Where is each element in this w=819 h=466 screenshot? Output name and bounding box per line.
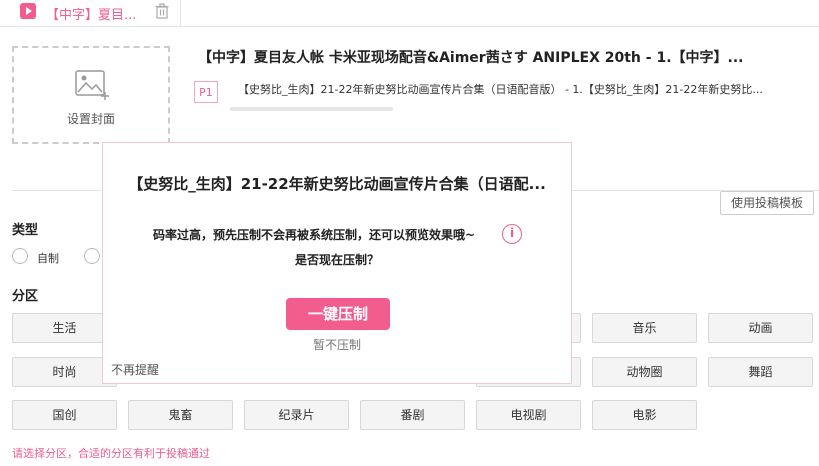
- video-title: 【中字】夏目友人帐 卡米亚现场配音&Aimer茜さす ANIPLEX 20th …: [198, 50, 744, 66]
- category-button[interactable]: 电影: [592, 400, 697, 430]
- category-button[interactable]: 纪录片: [244, 400, 349, 430]
- video-file-icon: [20, 3, 36, 19]
- tab-bar: 【中字】夏目...: [0, 0, 819, 27]
- category-button[interactable]: 鬼畜: [128, 400, 233, 430]
- category-button[interactable]: 音乐: [592, 313, 697, 343]
- trash-icon[interactable]: [154, 3, 170, 19]
- image-add-icon: [75, 70, 109, 100]
- upload-progress-bar: [230, 107, 393, 111]
- category-button[interactable]: 舞蹈: [708, 357, 813, 387]
- info-icon[interactable]: i: [502, 224, 522, 244]
- dialog-title: 【史努比_生肉】21-22年新史努比动画宣传片合集（日语配...: [128, 175, 546, 193]
- category-hint: 请选择分区，合适的分区有利于投稿通过: [12, 447, 210, 460]
- no-remind-link[interactable]: 不再提醒: [111, 361, 159, 378]
- type-option-label: 自制: [37, 252, 59, 265]
- cover-label: 设置封面: [66, 112, 115, 126]
- type-radio-self-made[interactable]: [12, 248, 28, 264]
- category-button[interactable]: 国创: [12, 400, 117, 430]
- category-button[interactable]: 动物圈: [592, 357, 697, 387]
- category-button[interactable]: 电视剧: [476, 400, 581, 430]
- cover-upload[interactable]: 设置封面: [12, 46, 170, 144]
- compress-dialog: 【史努比_生肉】21-22年新史努比动画宣传片合集（日语配... 码率过高，预先…: [102, 142, 572, 384]
- tab-title: 【中字】夏目...: [46, 8, 137, 23]
- upload-tab[interactable]: 【中字】夏目...: [0, 0, 181, 26]
- category-button[interactable]: 番剧: [360, 400, 465, 430]
- dialog-question: 是否现在压制？: [294, 253, 379, 267]
- part-title: 【史努比_生肉】21-22年新史努比动画宣传片合集（日语配音版） - 1.【史努…: [238, 83, 763, 96]
- type-radio-repost[interactable]: [84, 248, 100, 264]
- use-template-button[interactable]: 使用投稿模板: [720, 191, 814, 215]
- category-button[interactable]: 动画: [708, 313, 813, 343]
- dialog-message: 码率过高，预先压制不会再被系统压制，还可以预览效果哦~: [153, 228, 476, 242]
- compress-now-button[interactable]: 一键压制: [286, 298, 390, 330]
- type-label: 类型: [12, 223, 39, 238]
- skip-compress-link[interactable]: 暂不压制: [103, 336, 571, 353]
- part-badge: P1: [194, 81, 218, 103]
- category-label: 分区: [12, 289, 39, 304]
